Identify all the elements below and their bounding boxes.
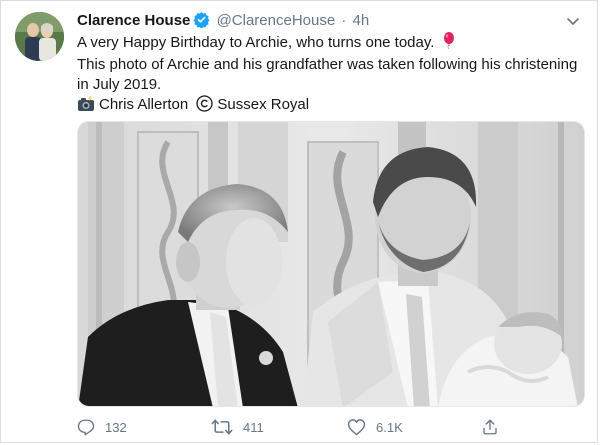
- reply-button[interactable]: 132: [77, 416, 127, 438]
- like-button[interactable]: 6.1K: [347, 416, 403, 438]
- retweet-button[interactable]: 411: [211, 416, 264, 438]
- tweet-actions: 132 411 6.1K: [77, 416, 589, 438]
- share-icon: [483, 419, 497, 435]
- heart-icon: [347, 419, 366, 436]
- avatar[interactable]: [15, 12, 64, 61]
- tweet-text-line-2: This photo of Archie and his grandfather…: [77, 56, 578, 73]
- reply-count: 132: [105, 419, 127, 435]
- tweet-header: Clarence House @ClarenceHouse · 4h: [77, 11, 369, 34]
- tweet-text-line-1: A very Happy Birthday to Archie, who tur…: [77, 34, 435, 51]
- photo-credit: Chris Allerton Sussex Royal: [77, 95, 589, 118]
- camera-flash-icon: [77, 96, 95, 118]
- tweet-card[interactable]: Clarence House @ClarenceHouse · 4h A ver…: [0, 0, 598, 443]
- header-separator: ·: [341, 12, 347, 29]
- balloon-icon: [443, 32, 455, 55]
- tweet-photo[interactable]: [77, 121, 585, 407]
- author-handle[interactable]: @ClarenceHouse: [217, 12, 336, 29]
- copyright-icon: [196, 95, 214, 118]
- author-name[interactable]: Clarence House: [77, 12, 190, 29]
- like-count: 6.1K: [376, 419, 403, 435]
- tweet-text: A very Happy Birthday to Archie, who tur…: [77, 32, 589, 118]
- tweet-text-line-3: in July 2019.: [77, 76, 162, 93]
- reply-icon: [77, 419, 95, 436]
- photographer-name: Chris Allerton: [99, 96, 189, 113]
- retweet-icon: [211, 419, 233, 435]
- verified-badge-icon: [193, 11, 210, 34]
- copyright-holder: Sussex Royal: [217, 96, 310, 113]
- retweet-count: 411: [243, 419, 264, 435]
- chevron-down-icon[interactable]: [565, 13, 581, 29]
- share-button[interactable]: [481, 416, 509, 438]
- tweet-timestamp[interactable]: 4h: [353, 12, 370, 29]
